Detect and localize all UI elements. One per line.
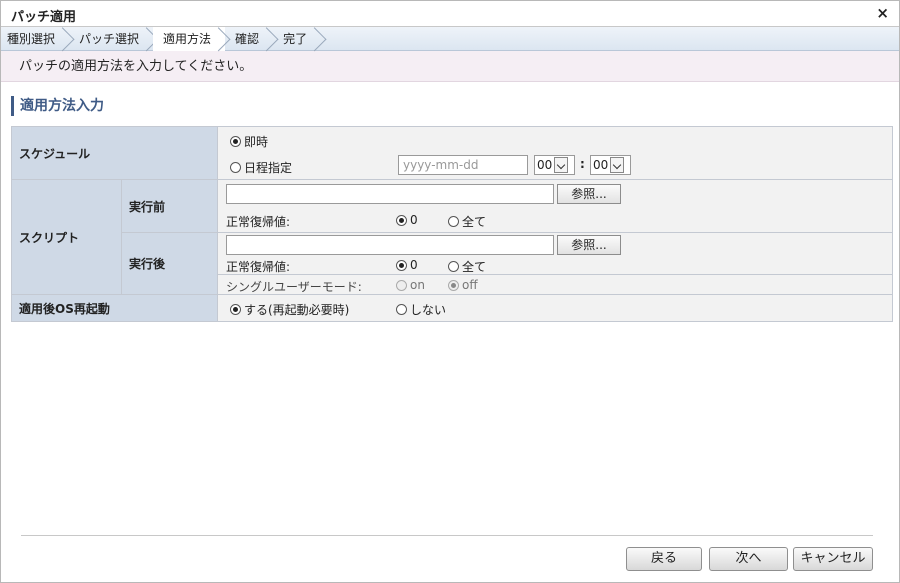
- all-label: 全て: [462, 215, 487, 229]
- single-user-on-radio[interactable]: on: [396, 278, 425, 292]
- step-complete: 完了: [273, 27, 321, 51]
- reboot-no-label: しない: [410, 303, 447, 317]
- schedule-label: スケジュール: [11, 126, 218, 180]
- cancel-button[interactable]: キャンセル: [793, 547, 873, 571]
- script-before-all-radio[interactable]: 全て: [448, 213, 486, 230]
- radio-dot: [448, 279, 459, 291]
- close-icon[interactable]: ×: [876, 4, 889, 22]
- radio-dot: [396, 214, 407, 226]
- step-patch-select: パッチ選択: [69, 27, 153, 51]
- divider: [218, 274, 892, 275]
- chevron-down-icon: [554, 157, 569, 173]
- schedule-date-input[interactable]: yyyy-mm-dd: [398, 155, 528, 175]
- radio-dot: [396, 304, 407, 315]
- step-type-select: 種別選択: [1, 27, 69, 51]
- schedule-date-label: 日程指定: [244, 161, 293, 175]
- reboot-yes-radio[interactable]: する(再起動必要時): [230, 301, 349, 318]
- script-before-return-label: 正常復帰値:: [226, 215, 291, 229]
- title-bar: パッチ適用 ×: [1, 1, 899, 27]
- step-apply-method: 適用方法: [153, 26, 226, 51]
- patch-apply-dialog: パッチ適用 × 種別選択 パッチ選択 適用方法 確認 完了 パッチの適用方法を入…: [0, 0, 900, 583]
- schedule-minute-select[interactable]: 00: [590, 155, 631, 175]
- schedule-date-radio[interactable]: 日程指定: [230, 159, 292, 176]
- apply-method-form: スケジュール 即時 日程指定 yyyy-mm-dd 00 : 00 スクリプト …: [11, 126, 893, 322]
- zero-label: 0: [410, 258, 418, 272]
- radio-dot: [230, 162, 241, 173]
- reboot-no-radio[interactable]: しない: [396, 301, 446, 318]
- minute-value: 00: [593, 158, 609, 172]
- script-after-zero-radio[interactable]: 0: [396, 258, 418, 272]
- single-user-mode-label: シングルユーザーモード:: [226, 280, 362, 294]
- script-after-label: 実行後: [121, 232, 218, 295]
- radio-dot: [448, 216, 459, 227]
- script-after-all-radio[interactable]: 全て: [448, 258, 486, 275]
- schedule-hour-select[interactable]: 00: [534, 155, 575, 175]
- radio-dot: [396, 279, 407, 291]
- script-before-path-input[interactable]: [226, 184, 554, 204]
- script-after-return-label: 正常復帰値:: [226, 260, 291, 274]
- zero-label: 0: [410, 213, 418, 227]
- time-separator: :: [580, 157, 585, 171]
- section-title: 適用方法入力: [11, 96, 104, 116]
- schedule-immediate-label: 即時: [244, 135, 269, 149]
- back-button[interactable]: 戻る: [626, 547, 702, 571]
- next-button[interactable]: 次へ: [709, 547, 788, 571]
- dialog-title: パッチ適用: [11, 10, 77, 25]
- schedule-immediate-radio[interactable]: 即時: [230, 133, 268, 150]
- radio-dot: [230, 304, 241, 315]
- script-before-label: 実行前: [121, 179, 218, 233]
- radio-dot: [448, 261, 459, 272]
- script-before-browse-button[interactable]: 参照...: [557, 184, 621, 204]
- chevron-down-icon: [610, 157, 625, 173]
- all-label: 全て: [462, 260, 487, 274]
- radio-dot: [230, 136, 241, 147]
- on-label: on: [410, 278, 425, 292]
- script-label: スクリプト: [11, 179, 122, 295]
- hour-value: 00: [537, 158, 553, 172]
- reboot-label: 適用後OS再起動: [11, 294, 218, 322]
- radio-dot: [396, 259, 407, 271]
- off-label: off: [462, 278, 478, 292]
- footer-divider: [21, 535, 873, 536]
- script-after-browse-button[interactable]: 参照...: [557, 235, 621, 255]
- instruction-text: パッチの適用方法を入力してください。: [1, 51, 899, 82]
- step-confirm: 確認: [225, 27, 273, 51]
- single-user-off-radio[interactable]: off: [448, 278, 478, 292]
- script-before-zero-radio[interactable]: 0: [396, 213, 418, 227]
- wizard-steps: 種別選択 パッチ選択 適用方法 確認 完了: [1, 26, 899, 51]
- script-after-path-input[interactable]: [226, 235, 554, 255]
- reboot-yes-label: する(再起動必要時): [244, 303, 350, 317]
